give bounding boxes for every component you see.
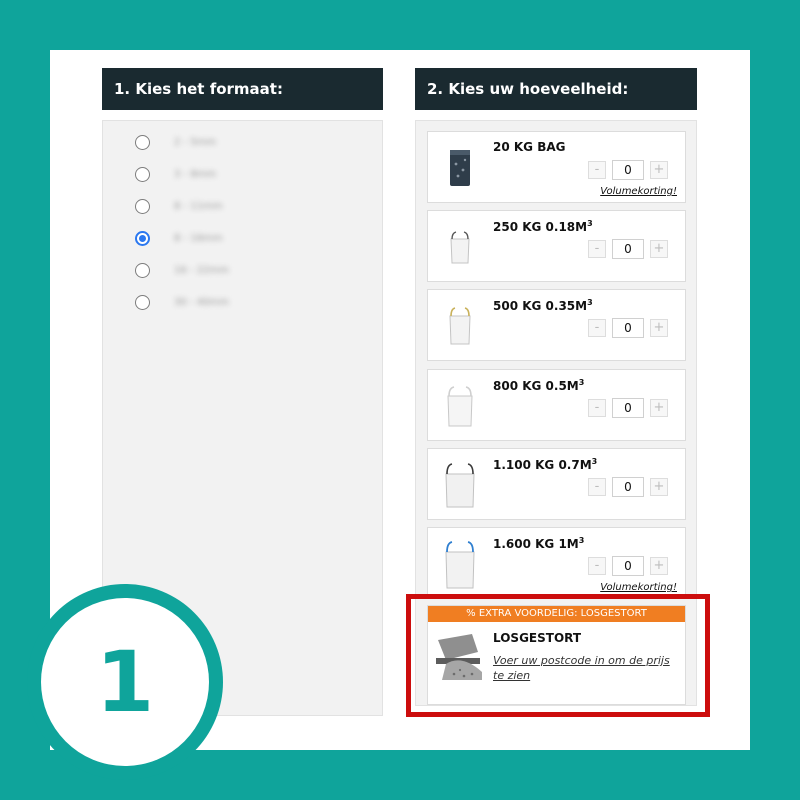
quantity-stepper[interactable]: - 0 + <box>588 239 668 259</box>
format-option[interactable]: 2 - 5mm <box>135 132 216 152</box>
step1-header: 1. Kies het formaat: <box>102 68 383 110</box>
minus-button[interactable]: - <box>588 240 606 258</box>
quantity-stepper[interactable]: - 0 + <box>588 160 668 180</box>
format-option-label: 16 - 22mm <box>174 264 229 276</box>
quantity-input[interactable]: 0 <box>612 556 644 576</box>
radio-button-selected[interactable] <box>135 230 150 246</box>
radio-button[interactable] <box>135 262 150 278</box>
plus-button[interactable]: + <box>650 319 668 337</box>
format-option-label: 30 - 40mm <box>174 296 229 308</box>
volume-discount-link[interactable]: Volumekorting! <box>600 186 677 197</box>
format-option-label: 8 - 11mm <box>174 200 223 212</box>
format-option-label: 8 - 16mm <box>174 232 223 244</box>
step-number-badge: 1 <box>27 584 223 780</box>
bigbag-icon <box>449 307 471 345</box>
minus-button[interactable]: - <box>588 399 606 417</box>
radio-button[interactable] <box>135 166 150 182</box>
product-name: 800 KG 0.5M3 <box>493 378 585 393</box>
step2-header: 2. Kies uw hoeveelheid: <box>415 68 697 110</box>
product-card: 250 KG 0.18M3 - 0 + <box>427 210 686 282</box>
format-option[interactable]: 8 - 11mm <box>135 196 223 216</box>
format-option[interactable]: 8 - 16mm <box>135 228 223 248</box>
product-name: 1.100 KG 0.7M3 <box>493 457 598 472</box>
radio-button[interactable] <box>135 134 150 150</box>
minus-button[interactable]: - <box>588 557 606 575</box>
quantity-stepper[interactable]: - 0 + <box>588 556 668 576</box>
product-name: 1.600 KG 1M3 <box>493 536 585 551</box>
quantity-input[interactable]: 0 <box>612 239 644 259</box>
quantity-input[interactable]: 0 <box>612 398 644 418</box>
radio-button[interactable] <box>135 294 150 310</box>
minus-button[interactable]: - <box>588 319 606 337</box>
step-number: 1 <box>41 598 209 766</box>
format-option-label: 2 - 5mm <box>174 136 217 148</box>
product-name: 250 KG 0.18M3 <box>493 219 593 234</box>
quantity-input[interactable]: 0 <box>612 318 644 338</box>
format-option[interactable]: 16 - 22mm <box>135 260 229 280</box>
quantity-input[interactable]: 0 <box>612 160 644 180</box>
volume-discount-link[interactable]: Volumekorting! <box>600 582 677 593</box>
format-option[interactable]: 3 - 8mm <box>135 164 216 184</box>
plus-button[interactable]: + <box>650 240 668 258</box>
quantity-input[interactable]: 0 <box>612 477 644 497</box>
minus-button[interactable]: - <box>588 478 606 496</box>
product-name: 500 KG 0.35M3 <box>493 298 593 313</box>
format-option-label: 3 - 8mm <box>174 168 217 180</box>
quantity-stepper[interactable]: - 0 + <box>588 318 668 338</box>
bag-icon <box>450 150 470 186</box>
plus-button[interactable]: + <box>650 557 668 575</box>
bigbag-icon <box>450 231 470 264</box>
plus-button[interactable]: + <box>650 478 668 496</box>
format-option[interactable]: 30 - 40mm <box>135 292 229 312</box>
product-card: 800 KG 0.5M3 - 0 + <box>427 369 686 441</box>
quantity-stepper[interactable]: - 0 + <box>588 477 668 497</box>
plus-button[interactable]: + <box>650 399 668 417</box>
quantity-stepper[interactable]: - 0 + <box>588 398 668 418</box>
bigbag-icon <box>445 541 475 589</box>
product-card: 1.600 KG 1M3 - 0 + Volumekorting! <box>427 527 686 599</box>
plus-button[interactable]: + <box>650 161 668 179</box>
minus-button[interactable]: - <box>588 161 606 179</box>
product-card: 20 KG BAG - 0 + Volumekorting! <box>427 131 686 203</box>
bigbag-icon <box>447 386 473 427</box>
product-name: 20 KG BAG <box>493 140 566 154</box>
radio-button[interactable] <box>135 198 150 214</box>
bigbag-icon <box>445 463 475 508</box>
product-card: 500 KG 0.35M3 - 0 + <box>427 289 686 361</box>
product-card: 1.100 KG 0.7M3 - 0 + <box>427 448 686 520</box>
highlight-box <box>406 594 710 717</box>
